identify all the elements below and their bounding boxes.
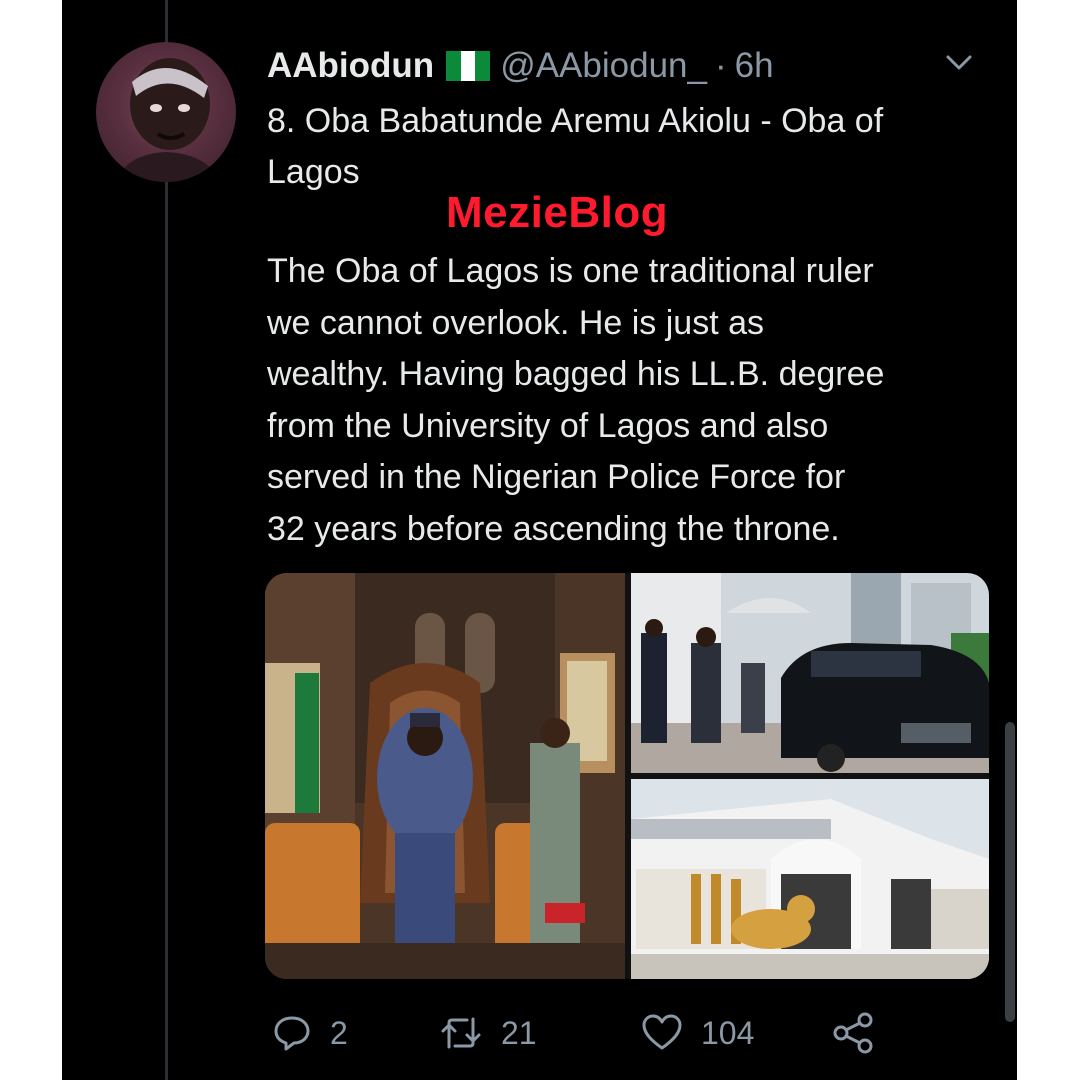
like-button[interactable]: 104 [641,1013,754,1053]
watermark: MezieBlog [446,188,669,237]
share-icon [833,1012,873,1054]
scrollbar[interactable] [1005,722,1015,1022]
share-button[interactable] [832,1011,876,1055]
tweet-actions: 2 21 104 [267,1008,987,1058]
reply-button[interactable]: 2 [272,1013,348,1053]
tweet-body: The Oba of Lagos is one traditional rule… [267,246,987,555]
user-handle[interactable]: @AAbiodun_ [500,46,707,86]
tweet-body-line: we cannot overlook. He is just as [267,303,765,342]
tweet-body-line: served in the Nigerian Police Force for [267,458,846,496]
photo-palace-gate[interactable] [631,779,989,979]
like-count: 104 [701,1014,755,1051]
media-grid [265,573,989,979]
reply-icon [274,1016,310,1051]
nigeria-flag-icon [446,51,491,81]
tweet-body-line: from the University of Lagos and also [267,406,829,445]
avatar[interactable] [96,42,236,182]
display-name[interactable]: AAbiodun [267,46,434,86]
chevron-down-icon[interactable] [944,50,974,74]
reply-count: 2 [330,1014,348,1051]
photo-convoy-car[interactable] [631,573,989,773]
photo-throne-room[interactable] [265,573,625,979]
tweet-body-line: 32 years before ascending the throne. [267,509,840,548]
timestamp[interactable]: 6h [735,46,774,86]
tweet-body-line: The Oba of Lagos is one traditional rule… [267,252,874,290]
retweet-count: 21 [501,1014,537,1051]
retweet-button[interactable]: 21 [439,1013,537,1053]
tweet-body-line: wealthy. Having bagged his LL.B. degree [267,355,885,393]
tweet-header: AAbiodun @AAbiodun_ · 6h [267,44,774,88]
separator-dot: · [714,46,727,85]
tweet-card: AAbiodun @AAbiodun_ · 6h 8. Oba Babatund… [62,0,1017,1080]
retweet-icon [441,1017,481,1049]
tweet-title: 8. Oba Babatunde Aremu Akiolu - Oba of L… [267,96,987,198]
tweet-title-line: 8. Oba Babatunde Aremu Akiolu - Oba of [267,102,884,140]
heart-icon [642,1014,682,1050]
